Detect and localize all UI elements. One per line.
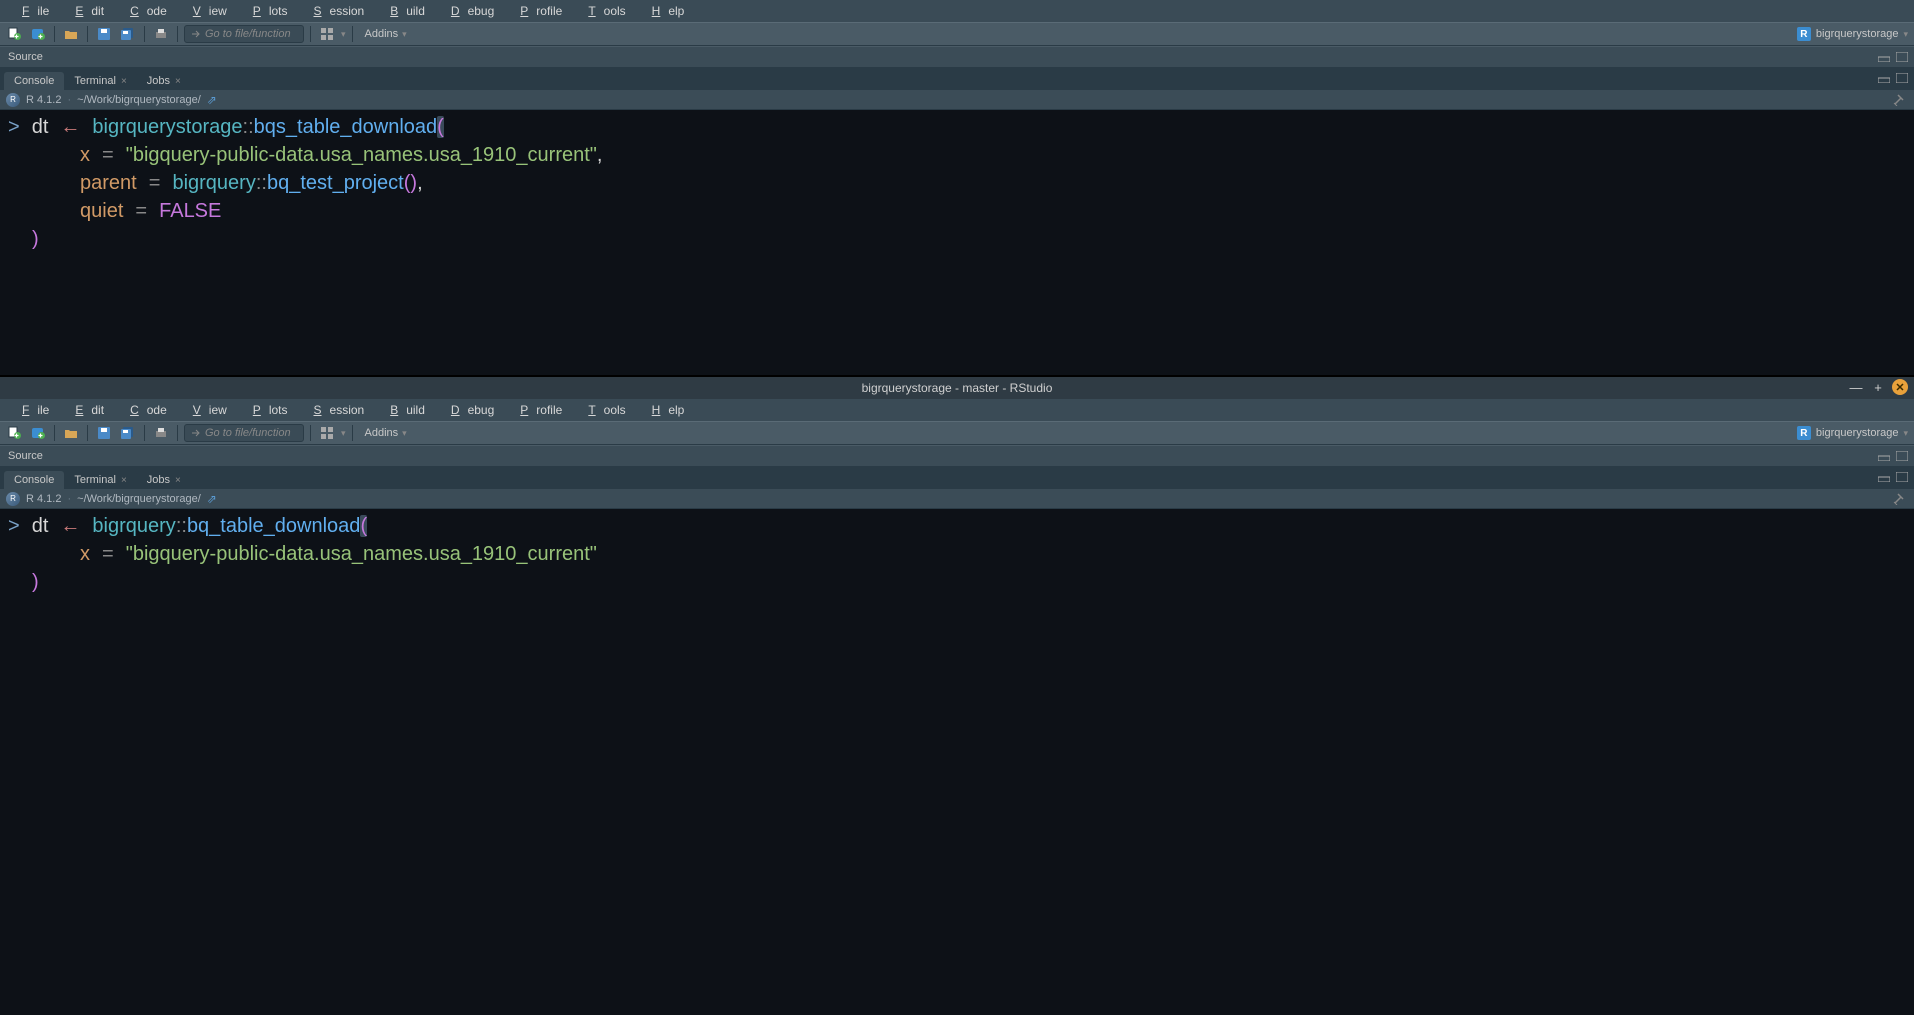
toolbar-2: Go to file/function ▾ Addins▾ R bigrquer… [0, 421, 1914, 445]
close-icon[interactable]: × [175, 76, 181, 87]
addins-menu[interactable]: Addins▾ [359, 427, 413, 439]
goto-file-function[interactable]: Go to file/function [184, 424, 304, 442]
console-tabbar-2: Console Terminal× Jobs× [0, 467, 1914, 489]
menubar-1: File Edit Code View Plots Session Build … [0, 0, 1914, 22]
menu-file[interactable]: File [6, 2, 57, 20]
menu-debug[interactable]: Debug [435, 2, 502, 20]
project-badge-icon: R [1797, 27, 1811, 41]
menu-view[interactable]: View [177, 401, 235, 419]
menu-tools[interactable]: Tools [572, 2, 633, 20]
menu-debug[interactable]: Debug [435, 401, 502, 419]
pop-out-icon[interactable]: ⇗ [207, 492, 217, 506]
close-icon[interactable]: × [121, 475, 127, 486]
tab-console-2[interactable]: Console [4, 471, 64, 489]
menu-build[interactable]: Build [374, 401, 433, 419]
open-file-icon[interactable] [61, 25, 81, 43]
pane-min-icon[interactable] [1876, 71, 1892, 85]
menubar-2: File Edit Code View Plots Session Build … [0, 399, 1914, 421]
menu-help[interactable]: Help [636, 2, 693, 20]
new-file-icon[interactable] [4, 424, 24, 442]
addins-menu[interactable]: Addins▾ [359, 28, 413, 40]
print-icon[interactable] [151, 424, 171, 442]
r-logo-icon: R [6, 93, 20, 107]
console-status-2: R R 4.1.2 · ~/Work/bigrquerystorage/ ⇗ [0, 489, 1914, 509]
console-status-1: R R 4.1.2 · ~/Work/bigrquerystorage/ ⇗ [0, 90, 1914, 110]
menu-profile[interactable]: Profile [504, 401, 570, 419]
menu-session[interactable]: Session [298, 2, 373, 20]
new-project-icon[interactable] [28, 424, 48, 442]
pane-max-icon[interactable] [1894, 71, 1910, 85]
pane-min-icon[interactable] [1876, 50, 1892, 64]
tab-terminal-2[interactable]: Terminal× [64, 471, 136, 489]
console-body-1[interactable]: > dt ← bigrquerystorage::bqs_table_downl… [0, 110, 1914, 375]
menu-file[interactable]: File [6, 401, 57, 419]
close-icon[interactable]: × [175, 475, 181, 486]
print-icon[interactable] [151, 25, 171, 43]
clear-console-icon[interactable] [1892, 491, 1908, 507]
menu-plots[interactable]: Plots [237, 2, 296, 20]
clear-console-icon[interactable] [1892, 92, 1908, 108]
r-logo-icon: R [6, 492, 20, 506]
tab-console-1[interactable]: Console [4, 72, 64, 90]
grid-icon[interactable] [317, 25, 337, 43]
goto-arrow-icon [191, 428, 201, 438]
console-tabbar-1: Console Terminal× Jobs× [0, 68, 1914, 90]
menu-build[interactable]: Build [374, 2, 433, 20]
menu-view[interactable]: View [177, 2, 235, 20]
window-close-icon[interactable]: ✕ [1892, 379, 1908, 395]
save-all-icon[interactable] [118, 424, 138, 442]
pane-max-icon[interactable] [1894, 449, 1910, 463]
toolbar-1: Go to file/function ▾ Addins▾ R bigrquer… [0, 22, 1914, 46]
tab-jobs-1[interactable]: Jobs× [137, 72, 191, 90]
save-icon[interactable] [94, 424, 114, 442]
project-badge-icon: R [1797, 426, 1811, 440]
source-pane-header-2: Source [0, 445, 1914, 467]
window-minimize-icon[interactable]: — [1848, 379, 1864, 395]
source-label: Source [8, 51, 43, 63]
menu-edit[interactable]: Edit [59, 401, 112, 419]
source-pane-header-1: Source [0, 46, 1914, 68]
project-selector-1[interactable]: R bigrquerystorage ▾ [1797, 27, 1908, 41]
titlebar-2: bigrquerystorage - master - RStudio — + … [0, 377, 1914, 399]
window-maximize-icon[interactable]: + [1870, 379, 1886, 395]
pane-min-icon[interactable] [1876, 470, 1892, 484]
new-file-icon[interactable] [4, 25, 24, 43]
new-project-icon[interactable] [28, 25, 48, 43]
goto-arrow-icon [191, 29, 201, 39]
r-version: R 4.1.2 [26, 94, 61, 106]
console-body-2[interactable]: > dt ← bigrquery::bq_table_download( x =… [0, 509, 1914, 1015]
menu-profile[interactable]: Profile [504, 2, 570, 20]
window-title: bigrquerystorage - master - RStudio [862, 381, 1053, 395]
pane-min-icon[interactable] [1876, 449, 1892, 463]
menu-plots[interactable]: Plots [237, 401, 296, 419]
menu-code[interactable]: Code [114, 2, 175, 20]
save-all-icon[interactable] [118, 25, 138, 43]
tab-jobs-2[interactable]: Jobs× [137, 471, 191, 489]
project-selector-2[interactable]: R bigrquerystorage ▾ [1797, 426, 1908, 440]
goto-file-function[interactable]: Go to file/function [184, 25, 304, 43]
grid-icon[interactable] [317, 424, 337, 442]
menu-tools[interactable]: Tools [572, 401, 633, 419]
save-icon[interactable] [94, 25, 114, 43]
pane-max-icon[interactable] [1894, 50, 1910, 64]
goto-placeholder: Go to file/function [205, 28, 291, 40]
menu-edit[interactable]: Edit [59, 2, 112, 20]
menu-code[interactable]: Code [114, 401, 175, 419]
tab-terminal-1[interactable]: Terminal× [64, 72, 136, 90]
pane-max-icon[interactable] [1894, 470, 1910, 484]
close-icon[interactable]: × [121, 76, 127, 87]
menu-session[interactable]: Session [298, 401, 373, 419]
working-dir[interactable]: ~/Work/bigrquerystorage/ [77, 94, 201, 106]
open-file-icon[interactable] [61, 424, 81, 442]
pop-out-icon[interactable]: ⇗ [207, 93, 217, 107]
menu-help[interactable]: Help [636, 401, 693, 419]
